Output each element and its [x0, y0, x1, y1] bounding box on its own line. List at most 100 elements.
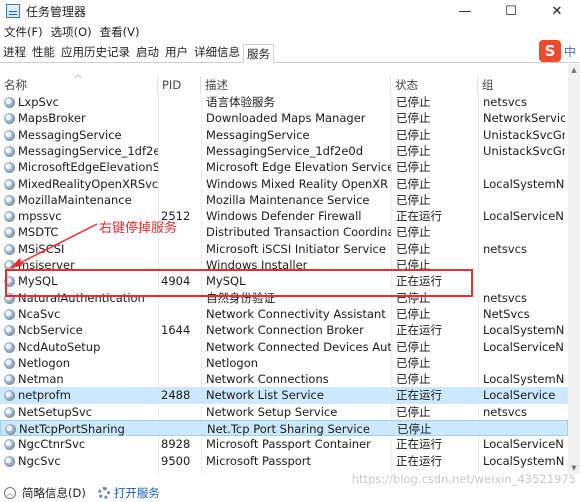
column-header-status[interactable]: 状态: [391, 76, 478, 94]
open-services-link[interactable]: 打开服务: [114, 485, 160, 501]
service-group: LocalService: [483, 388, 556, 403]
service-name: MicrosoftEdgeElevationSe...: [18, 160, 158, 175]
annotation-highlight-box: [5, 269, 473, 297]
service-pid: [161, 176, 201, 192]
table-row[interactable]: MixedRealityOpenXRSvc Windows Mixed Reali…: [0, 176, 568, 192]
service-name: NcaSvc: [18, 306, 61, 321]
menu-options[interactable]: 选项(O): [47, 24, 96, 40]
service-group: LocalSystemN...: [483, 372, 565, 387]
service-name: NgcCtnrSvc: [18, 437, 86, 452]
tab-bar: 进程 性能 应用历史记录 启动 用户 详细信息 服务: [0, 43, 580, 63]
service-pid: [161, 94, 201, 110]
service-status: 正在运行: [396, 437, 442, 452]
service-group: netsvcs: [483, 95, 527, 109]
tab-services[interactable]: 服务: [243, 44, 274, 63]
service-gear-icon: [4, 406, 15, 418]
table-row[interactable]: MessagingService MessagingService 已停止 Unist…: [0, 127, 568, 143]
service-status: 已停止: [396, 241, 431, 256]
watermark: https://blog.csdn.net/weixin_43521975: [351, 472, 576, 486]
table-row[interactable]: NcaSvc Network Connectivity Assistant 已停止 N…: [0, 306, 568, 322]
menu-view[interactable]: 查看(V): [96, 24, 144, 40]
table-row[interactable]: NgcCtnrSvc 8928 Microsoft Passport Contain…: [0, 436, 568, 452]
column-header-description[interactable]: 描述: [201, 76, 391, 94]
service-group: UnistackSvcGr...: [483, 127, 565, 142]
table-row[interactable]: netprofm 2488 Network List Service 正在运行 Loca…: [0, 387, 568, 404]
scroll-up-icon[interactable]: ▲: [568, 64, 580, 76]
brief-details-link[interactable]: 简略信息(D): [22, 485, 86, 501]
service-group: [483, 355, 565, 371]
vertical-scrollbar[interactable]: ▲ ▼: [568, 64, 580, 474]
minimize-button[interactable]: —: [442, 0, 488, 22]
menu-file[interactable]: 文件(F): [0, 24, 47, 40]
tab-details[interactable]: 详细信息: [191, 43, 243, 62]
table-row[interactable]: Netman Network Connections 已停止 LocalSystemN…: [0, 371, 568, 387]
table-row[interactable]: NgcSvc 9500 Microsoft Passport 正在运行 LocalSys…: [0, 453, 568, 469]
maximize-button[interactable]: ☐: [488, 0, 534, 22]
table-row[interactable]: MSiSCSI Microsoft iSCSI Initiator Service…: [0, 241, 568, 257]
table-row[interactable]: Netlogon Netlogon 已停止: [0, 355, 568, 371]
tab-performance[interactable]: 性能: [29, 43, 58, 62]
service-description: Network Connections: [206, 372, 329, 387]
service-gear-icon: [4, 129, 15, 141]
service-description: Network Setup Service: [206, 404, 338, 419]
service-group: NetworkService: [483, 111, 565, 126]
service-group: LocalServiceN...: [483, 339, 565, 354]
column-header-pid[interactable]: PID: [158, 76, 201, 94]
tab-startup[interactable]: 启动: [133, 43, 162, 62]
service-description: 语言体验服务: [206, 95, 275, 109]
ime-language: 中: [563, 44, 576, 59]
service-group: [484, 421, 566, 437]
service-pid: [161, 371, 201, 387]
service-status: 已停止: [396, 160, 431, 175]
table-row[interactable]: LxpSvc 语言体验服务 已停止 netsvcs: [0, 94, 568, 110]
service-gear-icon: [4, 178, 15, 190]
service-group: [483, 192, 565, 208]
table-row[interactable]: NetSetupSvc Network Setup Service 已停止 netsv…: [0, 404, 568, 420]
service-pid: 8928: [161, 437, 191, 452]
service-gear-icon: [4, 390, 15, 402]
service-status: 已停止: [396, 355, 431, 370]
table-row[interactable]: NcbService 1644 Network Connection Broker 正…: [0, 322, 568, 338]
service-name: MixedRealityOpenXRSvc: [18, 176, 158, 191]
service-name: NetSetupSvc: [18, 404, 93, 419]
table-row[interactable]: NetTcpPortSharing Net.Tcp Port Sharing Se…: [0, 420, 568, 437]
collapse-icon[interactable]: ︿: [4, 487, 16, 499]
service-status: 已停止: [396, 404, 431, 419]
column-header-group[interactable]: 组: [478, 76, 568, 94]
service-gear-icon: [4, 162, 15, 174]
status-bar: ︿ 简略信息(D) 打开服务: [0, 484, 580, 502]
service-description: Microsoft Passport Container: [206, 437, 371, 452]
ime-indicator[interactable]: S 中: [538, 40, 576, 62]
service-name: LxpSvc: [18, 95, 59, 109]
service-status: 已停止: [396, 372, 431, 387]
service-description: Microsoft Edge Elevation Service (...: [206, 160, 391, 175]
table-row[interactable]: NcdAutoSetup Network Connected Devices Au…: [0, 339, 568, 355]
service-description: Network Connection Broker: [206, 323, 364, 338]
table-row[interactable]: MozillaMaintenance Mozilla Maintenance Se…: [0, 192, 568, 208]
table-row[interactable]: MSDTC Distributed Transaction Coordinator…: [0, 224, 568, 240]
service-description: Windows Defender Firewall: [206, 209, 362, 224]
column-header-name[interactable]: 名称: [0, 76, 158, 94]
tab-processes[interactable]: 进程: [0, 43, 29, 62]
service-gear-icon: [4, 325, 15, 337]
service-description: MessagingService: [206, 127, 310, 142]
tab-app-history[interactable]: 应用历史记录: [58, 43, 133, 62]
service-status: 已停止: [397, 422, 432, 436]
service-gear-icon: [5, 424, 16, 435]
table-row[interactable]: mpssvc 2512 Windows Defender Firewall 正在运行 L…: [0, 208, 568, 224]
service-pid: 9500: [161, 453, 191, 468]
table-row[interactable]: MicrosoftEdgeElevationSe... Microsoft Edg…: [0, 159, 568, 175]
service-pid: [161, 127, 201, 143]
service-name: Netlogon: [18, 355, 71, 370]
table-header: 名称 PID 描述 状态 组: [0, 76, 568, 94]
service-pid: [161, 159, 201, 175]
tab-users[interactable]: 用户: [162, 43, 191, 62]
close-button[interactable]: ✕: [534, 0, 580, 22]
service-gear-icon: [4, 211, 15, 223]
service-gear-icon: [4, 194, 15, 206]
service-group: LocalServiceN...: [483, 437, 565, 452]
service-gear-icon: [4, 374, 15, 386]
service-name: MSiSCSI: [18, 241, 65, 256]
table-row[interactable]: MapsBroker Downloaded Maps Manager 已停止 Netw…: [0, 110, 568, 126]
table-row[interactable]: MessagingService_1df2e0d MessagingService…: [0, 143, 568, 159]
